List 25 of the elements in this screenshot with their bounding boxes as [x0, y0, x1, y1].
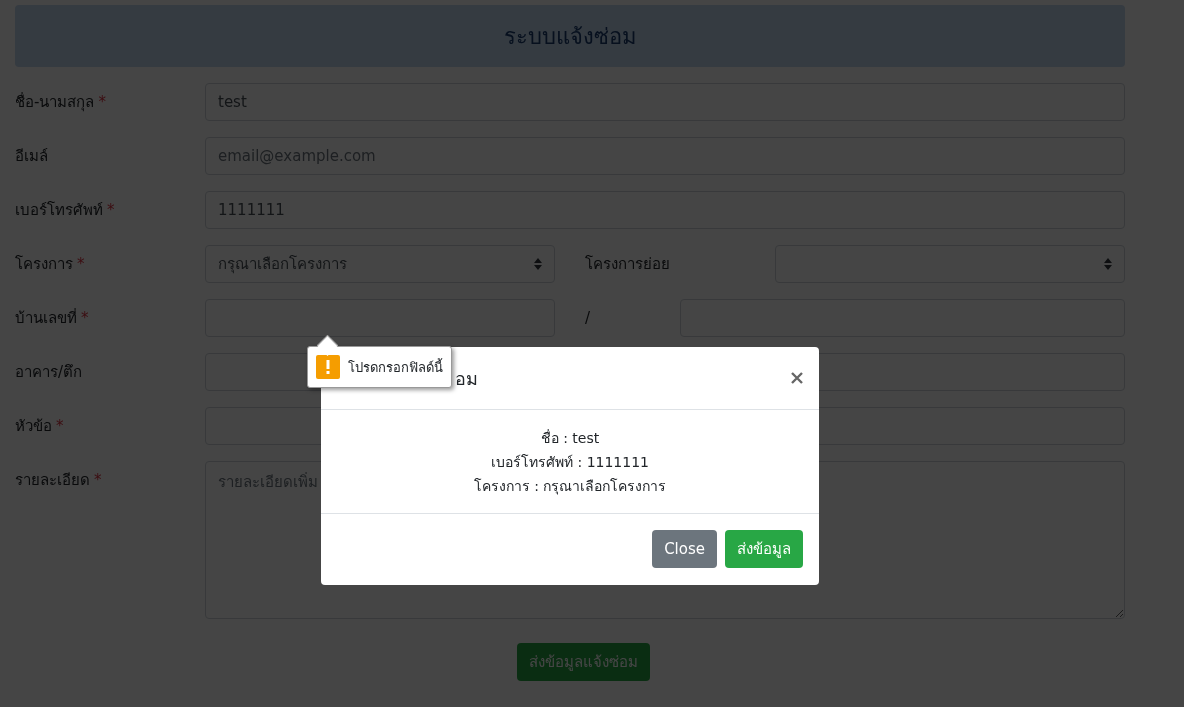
required-mark: * [94, 470, 102, 491]
required-mark: * [107, 200, 115, 221]
field-label: บ้านเลขที่ [15, 307, 77, 329]
close-button[interactable]: Close [652, 530, 717, 568]
required-mark: * [56, 416, 64, 437]
summary-line: ชื่อ : test [540, 428, 600, 448]
field-label: อีเมล์ [15, 146, 48, 167]
field-label: โครงการ [15, 254, 73, 275]
close-icon[interactable] [791, 372, 803, 384]
send-button[interactable]: ส่งข้อมูล [725, 530, 803, 568]
field-label: อาคาร/ตึก [15, 362, 83, 383]
separator-label: / [584, 308, 592, 329]
summary-line: เบอร์โทรศัพท์ : 1111111 [491, 453, 649, 472]
field-label: เบอร์โทรศัพท์ [15, 200, 103, 221]
modal-title: อม [455, 366, 478, 391]
summary-line: โครงการ : กรุณาเลือกโครงการ [473, 477, 667, 497]
field-label: ชื่อ-นามสกุล [15, 91, 95, 114]
warning-icon [316, 355, 340, 379]
required-mark: * [77, 254, 85, 275]
tooltip-text: โปรดกรอกฟิลด์นี้ [348, 357, 443, 377]
required-mark: * [98, 92, 106, 113]
field-label: โครงการย่อย [584, 254, 671, 275]
field-label: หัวข้อ [15, 416, 52, 437]
field-label: รายละเอียด [15, 470, 90, 491]
required-mark: * [81, 308, 89, 329]
